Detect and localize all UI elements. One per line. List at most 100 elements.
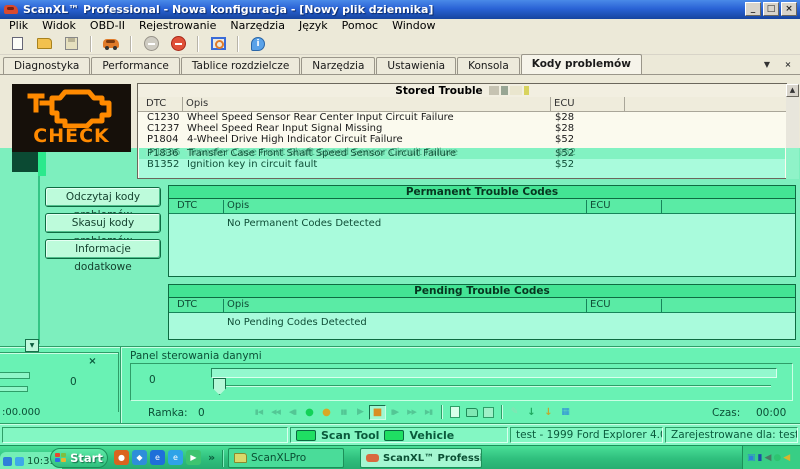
close-button[interactable]: ×: [781, 2, 797, 16]
quick-launch-icon-4[interactable]: e: [168, 450, 183, 465]
save-button[interactable]: [60, 35, 82, 53]
export-alt-button[interactable]: ↓: [540, 405, 557, 420]
connect-button[interactable]: [167, 35, 189, 53]
tab-performance[interactable]: Performance: [91, 57, 180, 74]
taskbar-separator: [222, 450, 223, 467]
quick-launch-icon-5[interactable]: ▶: [186, 450, 201, 465]
pause-button[interactable]: ▮▮: [335, 405, 352, 420]
status-registered: Zarejestrowane dla: test (test): [665, 427, 798, 443]
cell-ecu: $52: [555, 159, 574, 170]
column-ecu: ECU: [590, 299, 611, 311]
slider-track[interactable]: [211, 368, 777, 378]
tab-ustawienia[interactable]: Ustawienia: [376, 57, 456, 74]
restore-button[interactable]: □: [763, 2, 779, 16]
disconnect-button[interactable]: [140, 35, 162, 53]
mark-button[interactable]: ●: [318, 405, 335, 420]
dashboard-designer-button[interactable]: [207, 35, 229, 53]
cell-opis: Wheel Speed Sensor Rear Center Input Cir…: [187, 112, 454, 123]
tray-sound-icon[interactable]: ◀: [783, 454, 790, 463]
play-button[interactable]: ▶: [352, 405, 369, 420]
column-opis: Opis: [186, 98, 208, 110]
read-codes-button[interactable]: Odczytaj kody problemów: [45, 187, 161, 207]
slider-thumb[interactable]: [213, 378, 226, 395]
cell-opis: Wheel Speed Rear Input Signal Missing: [187, 123, 382, 134]
menu-plik[interactable]: Plik: [2, 19, 35, 33]
tab-kody-problem-w[interactable]: Kody problemów: [521, 54, 642, 74]
connect-icon: [171, 36, 186, 51]
data-panel-title: Panel sterowania danymi: [130, 350, 262, 362]
rewind-button[interactable]: ◀◀: [267, 405, 284, 420]
tray-network-icon[interactable]: ▣: [747, 454, 756, 463]
start-label: Start: [70, 451, 103, 465]
menu-obd-ii[interactable]: OBD-II: [83, 19, 132, 33]
vehicle-button[interactable]: [100, 35, 122, 53]
save-log-button[interactable]: [480, 405, 497, 420]
vehicle-label: Vehicle: [409, 429, 454, 442]
menu-pomoc[interactable]: Pomoc: [335, 19, 385, 33]
vehicle-icon: [103, 39, 119, 48]
time-value: 00:00: [756, 407, 786, 419]
frame-forward-button[interactable]: ▮▶: [386, 405, 403, 420]
menu-rejestrowanie[interactable]: Rejestrowanie: [132, 19, 223, 33]
slider-groove[interactable]: [215, 385, 771, 386]
glitch-close-icon[interactable]: ×: [86, 356, 99, 368]
scrollbar-track-green[interactable]: [786, 148, 799, 179]
record-button[interactable]: ●: [301, 405, 318, 420]
glitch-bar: [0, 386, 28, 392]
tray-device-icon[interactable]: ▮: [758, 454, 763, 463]
grid-view-button[interactable]: ▦: [557, 405, 574, 420]
dropdown-arrow-icon[interactable]: ▼: [25, 339, 39, 352]
menu-narz-dzia[interactable]: Narzędzia: [223, 19, 292, 33]
stored-row-C1237[interactable]: C1237Wheel Speed Rear Input Signal Missi…: [139, 123, 785, 134]
tab-close-icon[interactable]: ×: [781, 58, 795, 72]
menu-j-zyk[interactable]: Język: [292, 19, 335, 33]
info-button[interactable]: [247, 35, 269, 53]
scrollbar-up-icon[interactable]: ▲: [786, 84, 799, 97]
tray-status-icon[interactable]: ●: [773, 454, 781, 463]
quick-launch-icon-2[interactable]: ◆: [132, 450, 147, 465]
tray-volume-muted-icon[interactable]: ◀: [764, 454, 771, 463]
stored-row-C1230[interactable]: C1230 Wheel Speed Sensor Rear Center Inpu…: [139, 112, 785, 123]
tab-menu-icon[interactable]: ▼: [760, 58, 774, 72]
quick-launch-icon-1[interactable]: ●: [114, 450, 129, 465]
tab-konsola[interactable]: Konsola: [457, 57, 520, 74]
skip-start-button[interactable]: ▮◀: [250, 405, 267, 420]
additional-info-button[interactable]: Informacje dodatkowe: [45, 239, 161, 259]
export-button[interactable]: ↓: [523, 405, 540, 420]
scrollbar-track[interactable]: [786, 97, 799, 148]
permanent-trouble-codes-group: Permanent Trouble Codes DTC Opis ECU No …: [168, 185, 796, 277]
clear-codes-button[interactable]: Skasuj kody problemów: [45, 213, 161, 233]
taskbar-button-scanxlpro[interactable]: ScanXLPro: [228, 448, 344, 468]
stored-row-B1352[interactable]: B1352Ignition key in circuit fault$52: [139, 159, 785, 170]
tab-narz-dzia[interactable]: Narzędzia: [301, 57, 375, 74]
frame-back-button[interactable]: ◀▮: [284, 405, 301, 420]
cell-ecu: $28: [555, 123, 574, 134]
stop-button[interactable]: ■: [369, 405, 386, 420]
cell-dtc: C1230: [147, 112, 179, 123]
start-button[interactable]: Start: [50, 448, 108, 468]
stored-row-P1804[interactable]: P18044-Wheel Drive High Indicator Circui…: [139, 134, 785, 145]
permanent-table-header: DTC Opis ECU: [169, 199, 795, 214]
open-log-button[interactable]: [463, 405, 480, 420]
open-file-icon: [37, 38, 52, 49]
toolbar-separator: [90, 36, 92, 52]
new-file-icon: [12, 37, 23, 50]
menu-widok[interactable]: Widok: [35, 19, 83, 33]
fast-forward-button[interactable]: ▶▶: [403, 405, 420, 420]
tab-tablice-rozdzielcze[interactable]: Tablice rozdzielcze: [181, 57, 300, 74]
menu-window[interactable]: Window: [385, 19, 442, 33]
new-log-button[interactable]: [446, 405, 463, 420]
minimize-button[interactable]: _: [745, 2, 761, 16]
annotate-button[interactable]: ✎: [506, 405, 523, 420]
quick-launch-overflow[interactable]: »: [208, 451, 215, 464]
glitch-vertical-line: [38, 176, 40, 344]
check-label: CHECK: [33, 126, 110, 146]
stored-row-P1836[interactable]: P1836Transfer Case Front Shaft Speed Sen…: [139, 148, 785, 159]
skip-end-button[interactable]: ▶▮: [420, 405, 437, 420]
new-file-button[interactable]: [6, 35, 28, 53]
open-file-button[interactable]: [33, 35, 55, 53]
quick-launch-icon-3[interactable]: e: [150, 450, 165, 465]
taskbar-button-scanxl-active[interactable]: ScanXL™ Professional...: [360, 448, 482, 468]
tab-controls: ▼ ×: [760, 58, 795, 72]
tab-diagnostyka[interactable]: Diagnostyka: [3, 57, 90, 74]
